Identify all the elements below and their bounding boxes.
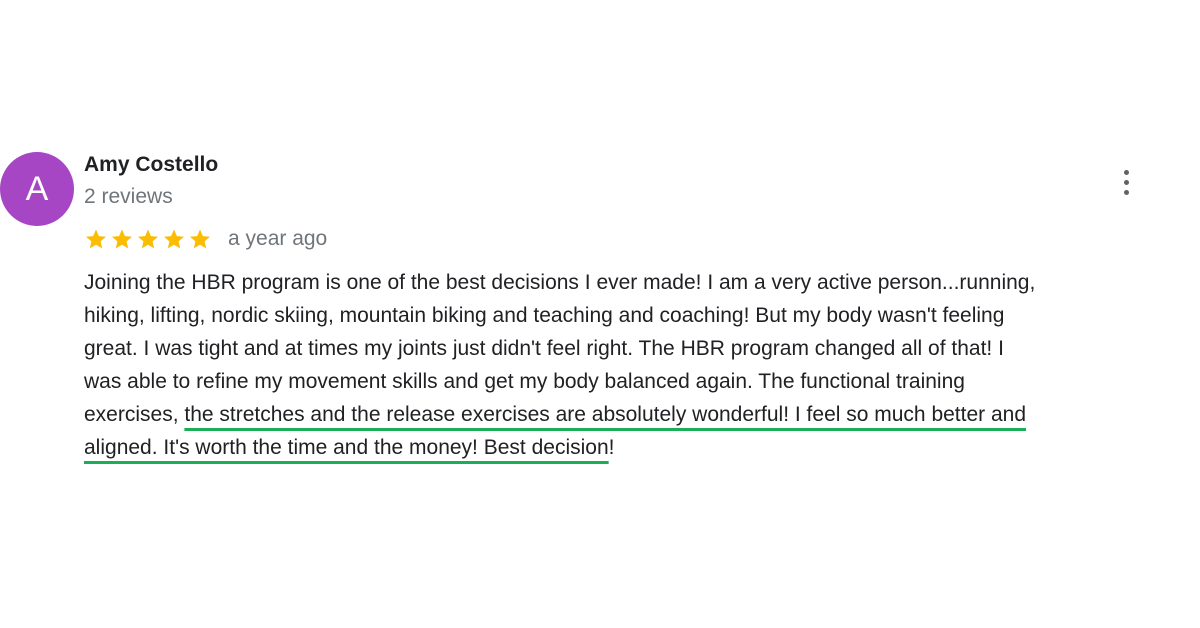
highlighted-text: aligned. It's worth the time and the mon…	[84, 436, 609, 459]
review-card: A Amy Costello 2 reviews a year ago Join…	[0, 0, 1200, 628]
more-vertical-icon[interactable]	[1112, 164, 1140, 200]
review-text-segment: was able to refine my movement skills an…	[84, 370, 965, 393]
review-text-line: was able to refine my movement skills an…	[84, 365, 1179, 398]
review-text-segment: !	[608, 436, 615, 459]
reviewer-review-count[interactable]: 2 reviews	[84, 185, 173, 209]
star-icon	[164, 229, 184, 249]
highlighted-text: the stretches and the release exercises …	[184, 403, 1027, 426]
review-text-line: hiking, lifting, nordic skiing, mountain…	[84, 299, 1179, 332]
star-icon	[112, 229, 132, 249]
review-text-segment: exercises,	[84, 403, 185, 426]
review-timestamp: a year ago	[228, 227, 328, 250]
review-text-line: exercises, the stretches and the release…	[84, 398, 1179, 431]
star-rating	[84, 227, 212, 251]
avatar[interactable]: A	[0, 152, 74, 226]
review-text-segment: great. I was tight and at times my joint…	[84, 337, 1004, 360]
review-text-segment: hiking, lifting, nordic skiing, mountain…	[84, 304, 1005, 327]
reviewer-name[interactable]: Amy Costello	[84, 153, 218, 177]
star-icon	[86, 229, 106, 249]
star-icon	[190, 229, 210, 249]
review-text: Joining the HBR program is one of the be…	[84, 266, 1179, 464]
review-text-line: Joining the HBR program is one of the be…	[84, 266, 1179, 299]
review-text-segment: Joining the HBR program is one of the be…	[84, 271, 1036, 294]
review-text-line: great. I was tight and at times my joint…	[84, 332, 1179, 365]
menu-dot	[1123, 189, 1129, 195]
menu-dot	[1123, 169, 1129, 175]
review-text-line: aligned. It's worth the time and the mon…	[84, 431, 1179, 464]
menu-dot	[1123, 179, 1129, 185]
rating-row: a year ago	[84, 224, 327, 254]
star-icon	[138, 229, 158, 249]
avatar-letter: A	[25, 169, 49, 208]
